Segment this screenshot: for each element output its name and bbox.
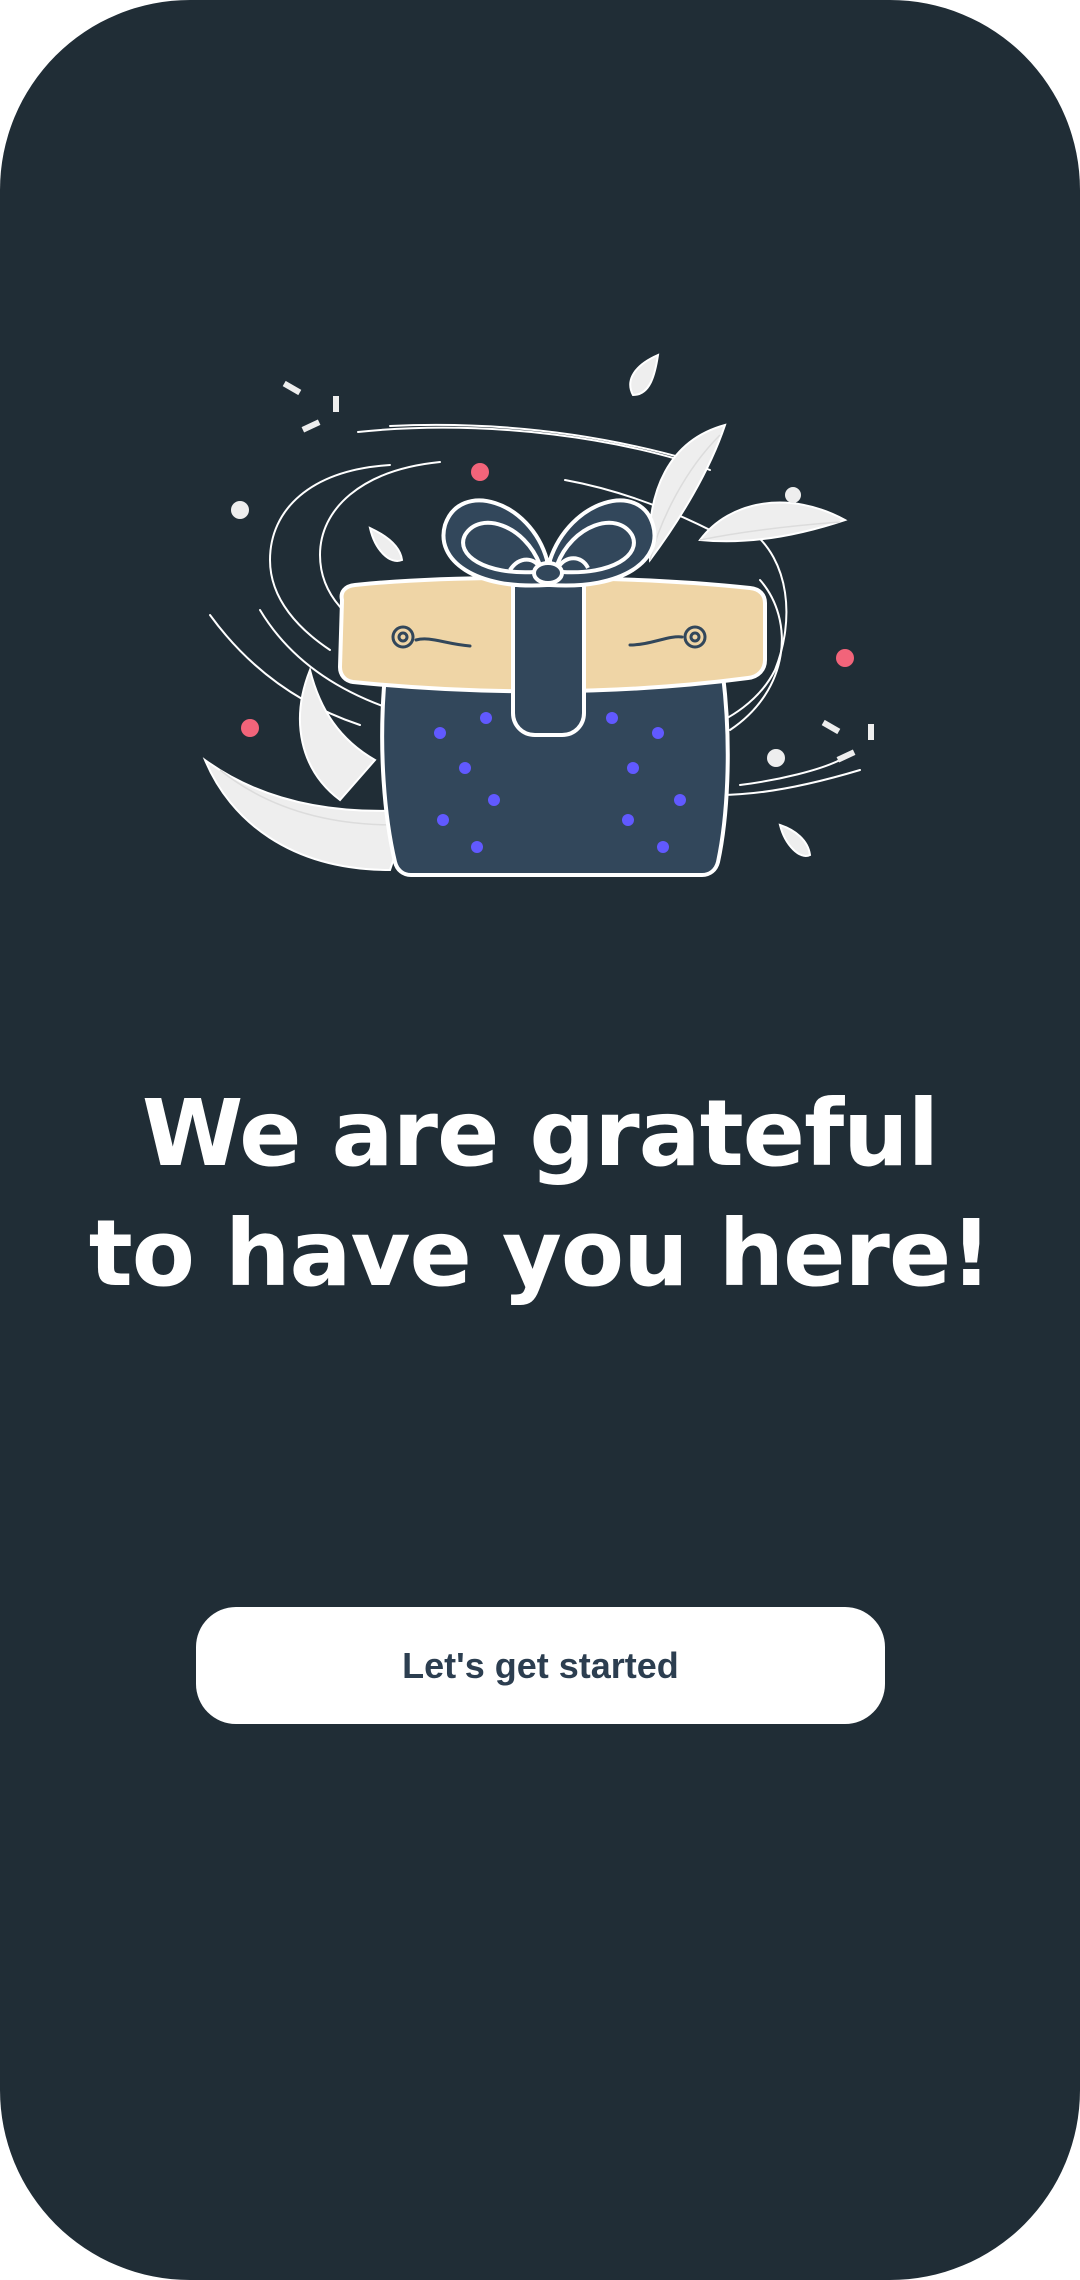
- welcome-headline: We are grateful to have you here!: [0, 1074, 1080, 1314]
- gift-box-illustration: [202, 353, 874, 877]
- get-started-label: Let's get started: [402, 1644, 679, 1686]
- welcome-screen: We are grateful to have you here! Let's …: [0, 0, 1080, 2280]
- get-started-button[interactable]: Let's get started: [196, 1607, 885, 1724]
- headline-line-1: We are grateful: [141, 1079, 939, 1187]
- headline-line-2: to have you here!: [88, 1199, 993, 1307]
